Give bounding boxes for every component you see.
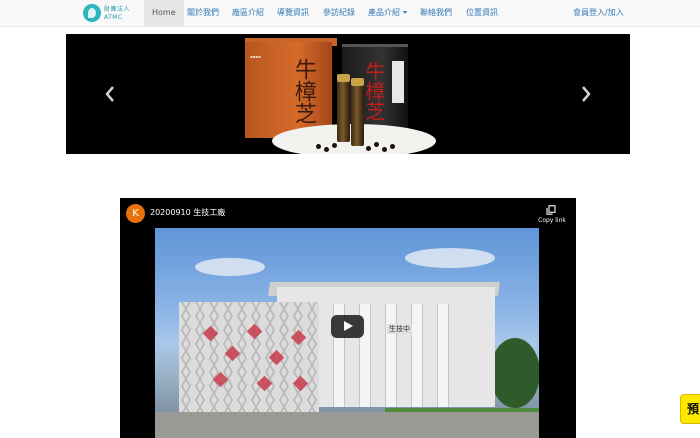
berry <box>366 146 371 151</box>
product-brand-text-2: 牛樟芝 <box>362 61 386 121</box>
cloud <box>405 248 495 268</box>
logo-text-line1: 財團法人 <box>104 6 131 13</box>
hero-carousel: ▪▪▪▪ 牛樟芝 牛樟芝 <box>66 34 630 154</box>
floating-booking-label: 預 <box>687 402 700 416</box>
nav-contact[interactable]: 聯絡我們 <box>420 0 452 26</box>
nav-login[interactable]: 會員登入/加入 <box>573 0 624 26</box>
cloud <box>195 258 265 276</box>
product-bottle-2 <box>351 78 364 146</box>
berry <box>390 144 395 149</box>
nutrition-panel <box>392 61 404 103</box>
copy-link-button[interactable]: Copy link <box>532 203 572 229</box>
floating-booking-tab[interactable]: 預 <box>680 394 700 424</box>
play-button[interactable] <box>331 315 364 338</box>
building-sign: 生技中 <box>387 324 412 334</box>
tree <box>490 338 539 408</box>
product-box-orange: ▪▪▪▪ 牛樟芝 <box>245 42 332 138</box>
chevron-right-icon <box>582 86 591 102</box>
carousel-next-button[interactable] <box>579 84 593 104</box>
video-player[interactable]: 生技中 K 20200910 生技工廠 Copy link <box>120 198 576 438</box>
building-lattice-facade <box>179 302 319 412</box>
nav-products-dropdown[interactable]: 產品介紹 <box>368 0 407 26</box>
nav-factory[interactable]: 廠區介紹 <box>232 0 264 26</box>
building-column <box>411 304 423 407</box>
navbar: 財團法人 ATMC Home 關於我們 廠區介紹 導覽資訊 參訪紀錄 產品介紹 … <box>0 0 700 27</box>
berry <box>374 142 379 147</box>
berry <box>316 144 321 149</box>
nav-products-label: 產品介紹 <box>368 8 400 17</box>
logo-text-line2: ATMC <box>104 14 123 21</box>
berry <box>382 147 387 152</box>
product-brand-text: 牛樟芝 <box>291 58 316 124</box>
copy-icon <box>546 205 556 215</box>
product-box-label: ▪▪▪▪ <box>250 54 261 59</box>
road <box>155 412 539 438</box>
berry <box>324 147 329 152</box>
nav-home[interactable]: Home <box>144 0 184 26</box>
nav-tour-info[interactable]: 導覽資訊 <box>277 0 309 26</box>
nav-location[interactable]: 位置資訊 <box>466 0 498 26</box>
chevron-left-icon <box>105 86 114 102</box>
caret-down-icon <box>403 11 407 14</box>
carousel-prev-button[interactable] <box>103 84 117 104</box>
logo-mark-icon <box>83 4 101 22</box>
building-column <box>437 304 449 407</box>
bottle-cap <box>337 74 350 82</box>
site-logo[interactable]: 財團法人 ATMC <box>83 4 138 23</box>
video-title[interactable]: 20200910 生技工廠 <box>150 207 225 218</box>
copy-link-label: Copy link <box>538 217 566 224</box>
product-bottle <box>337 74 350 142</box>
nav-about[interactable]: 關於我們 <box>187 0 219 26</box>
berry <box>332 143 337 148</box>
channel-avatar[interactable]: K <box>126 204 145 223</box>
nav-visit-records[interactable]: 參訪紀錄 <box>323 0 355 26</box>
building-column <box>385 304 397 407</box>
bottle-cap-2 <box>351 78 364 86</box>
